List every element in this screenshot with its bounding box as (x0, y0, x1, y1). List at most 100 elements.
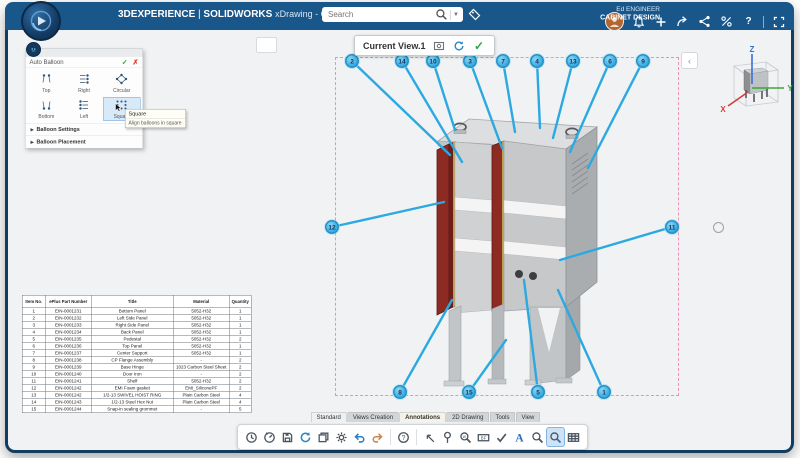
datum-target-icon[interactable]: BF (475, 428, 492, 446)
table-icon[interactable] (565, 428, 582, 446)
share-icon[interactable] (675, 14, 690, 29)
dialog-drag-strip[interactable] (26, 49, 143, 57)
balloon-3[interactable]: 3 (463, 54, 477, 68)
search-options-chevron-icon[interactable]: ▼ (453, 12, 459, 18)
brand-divider: | (198, 9, 201, 20)
tab-annotations[interactable]: Annotations (400, 412, 446, 422)
balloon-7[interactable]: 7 (496, 54, 510, 68)
balloon-14[interactable]: 14 (395, 54, 409, 68)
bom-cell: 4 (22, 329, 45, 336)
table-row[interactable]: 11EIN-0001241Shelf5052-H322 (22, 378, 251, 385)
search-icon[interactable] (435, 8, 448, 21)
table-row[interactable]: 2EIN-0001232Left Side Panel5052-H321 (22, 315, 251, 322)
bom-cell: Snap-in sealing grommet (91, 406, 173, 413)
table-row[interactable]: 15EIN-0001244Snap-in sealing grommet-5 (22, 406, 251, 413)
leader-icon[interactable] (421, 428, 438, 446)
auto-balloon-option-right[interactable]: Right (65, 71, 103, 95)
user-info[interactable]: Ed ENGINEER CABINET DESIGN (595, 5, 660, 22)
sync-icon[interactable] (297, 428, 314, 446)
balloon-11[interactable]: 11 (665, 220, 679, 234)
view-rotate-handle[interactable] (713, 222, 724, 233)
bom-cell: 10 (22, 371, 45, 378)
balloon-15[interactable]: 15 (462, 385, 476, 399)
fullscreen-icon[interactable] (771, 14, 786, 29)
panel-collapse-chevron[interactable]: ‹ (681, 52, 698, 69)
balloon-8[interactable]: 8 (393, 385, 407, 399)
versions-icon[interactable] (261, 428, 278, 446)
collaborate-icon[interactable] (697, 14, 712, 29)
zoom-icon[interactable] (529, 428, 546, 446)
dialog-cancel-icon[interactable]: ✗ (133, 58, 139, 67)
balloon-icon[interactable] (439, 428, 456, 446)
balloon-4[interactable]: 4 (530, 54, 544, 68)
table-row[interactable]: 8EIN-0001238CP Flange Assembly-2 (22, 357, 251, 364)
balloon-12[interactable]: 12 (325, 220, 339, 234)
tag-icon[interactable] (468, 8, 481, 26)
table-row[interactable]: 3EIN-0001233Right Side Panel5052-H321 (22, 322, 251, 329)
table-row[interactable]: 14EIN-00012431/2-13 Steel Hex NutPlain C… (22, 399, 251, 406)
tab-view[interactable]: View (516, 412, 540, 422)
redo-icon[interactable] (369, 428, 386, 446)
table-row[interactable]: 10EIN-0001240Door Iron-2 (22, 371, 251, 378)
balloon-5[interactable]: 5 (531, 385, 545, 399)
bom-cell: Plain Carbon Steel (173, 392, 229, 399)
3dexperience-logo[interactable] (21, 1, 61, 41)
bom-cell: 4 (229, 392, 251, 399)
bom-cell: - (173, 357, 229, 364)
confirm-check-icon[interactable]: ✓ (473, 39, 486, 52)
zoom-selected-icon[interactable] (547, 428, 564, 446)
search-bar[interactable]: ▼ (322, 7, 463, 22)
find-annotation-icon[interactable]: w (457, 428, 474, 446)
tab-views-creation[interactable]: Views Creation (347, 412, 398, 422)
measure-icon[interactable] (719, 14, 734, 29)
balloon-2[interactable]: 2 (345, 54, 359, 68)
tab-tools[interactable]: Tools (490, 412, 515, 422)
bom-cell: 5052-H32 (173, 322, 229, 329)
balloon-6[interactable]: 6 (603, 54, 617, 68)
history-icon[interactable] (243, 428, 260, 446)
sheets-icon[interactable] (315, 428, 332, 446)
table-row[interactable]: 1EIN-0001231Bottom Panel5052-H321 (22, 308, 251, 315)
table-row[interactable]: 4EIN-0001234Back Panel5052-H321 (22, 329, 251, 336)
bom-cell: 5052-H32 (173, 350, 229, 357)
table-row[interactable]: 5EIN-0001235Pedestal5052-H322 (22, 336, 251, 343)
help-icon[interactable]: ? (395, 428, 412, 446)
tab-2d-drawing[interactable]: 2D Drawing (447, 412, 489, 422)
auto-balloon-option-top[interactable]: Top (28, 71, 66, 95)
bom-table-container[interactable]: Item No.ePlus Part NumberTitleMaterialQu… (22, 295, 252, 415)
bom-cell: 1/2-13 Steel Hex Nut (91, 399, 173, 406)
table-row[interactable]: 6EIN-0001236Top Panel5052-H321 (22, 343, 251, 350)
balloon-13[interactable]: 13 (566, 54, 580, 68)
auto-balloon-option-circular[interactable]: Circular (103, 71, 141, 95)
balloon-1[interactable]: 1 (597, 385, 611, 399)
help-icon[interactable]: ? (741, 14, 756, 29)
bom-cell: EIN-0001240 (45, 371, 91, 378)
bom-table[interactable]: Item No.ePlus Part NumberTitleMaterialQu… (22, 295, 252, 413)
auto-balloon-option-left[interactable]: Left (65, 97, 103, 121)
balloon-placement-section[interactable]: ▶ Balloon Placement (26, 136, 143, 149)
spell-check-icon[interactable] (493, 428, 510, 446)
bom-cell: EIN-0001237 (45, 350, 91, 357)
save-icon[interactable] (279, 428, 296, 446)
balloon-10[interactable]: 10 (426, 54, 440, 68)
bom-cell: 5052-H32 (173, 336, 229, 343)
table-row[interactable]: 9EIN-0001239Base Hinge1023 Carbon Steel … (22, 364, 251, 371)
refresh-view-icon[interactable] (453, 39, 466, 52)
update-view-icon[interactable] (433, 39, 446, 52)
tab-standard[interactable]: Standard (311, 412, 346, 422)
orientation-triad[interactable]: Z Y X (712, 44, 794, 118)
bom-cell: 1 (229, 350, 251, 357)
drawing-view-boundary[interactable] (335, 57, 679, 396)
settings-icon[interactable] (333, 428, 350, 446)
search-input[interactable] (326, 9, 435, 20)
bom-cell: 1023 Carbon Steel Sheet (173, 364, 229, 371)
table-row[interactable]: 13EIN-00012421/2-13 SWIVEL HOIST RINGPla… (22, 392, 251, 399)
undo-icon[interactable] (351, 428, 368, 446)
dialog-ok-icon[interactable]: ✓ (122, 58, 128, 67)
table-row[interactable]: 7EIN-0001237Center Support5052-H321 (22, 350, 251, 357)
text-icon[interactable]: A (511, 428, 528, 446)
bom-cell: Bottom Panel (91, 308, 173, 315)
table-row[interactable]: 12EIN-0001242EMI Foam gasketEMI_Silicone… (22, 385, 251, 392)
balloon-9[interactable]: 9 (636, 54, 650, 68)
auto-balloon-option-bottom[interactable]: Bottom (28, 97, 66, 121)
